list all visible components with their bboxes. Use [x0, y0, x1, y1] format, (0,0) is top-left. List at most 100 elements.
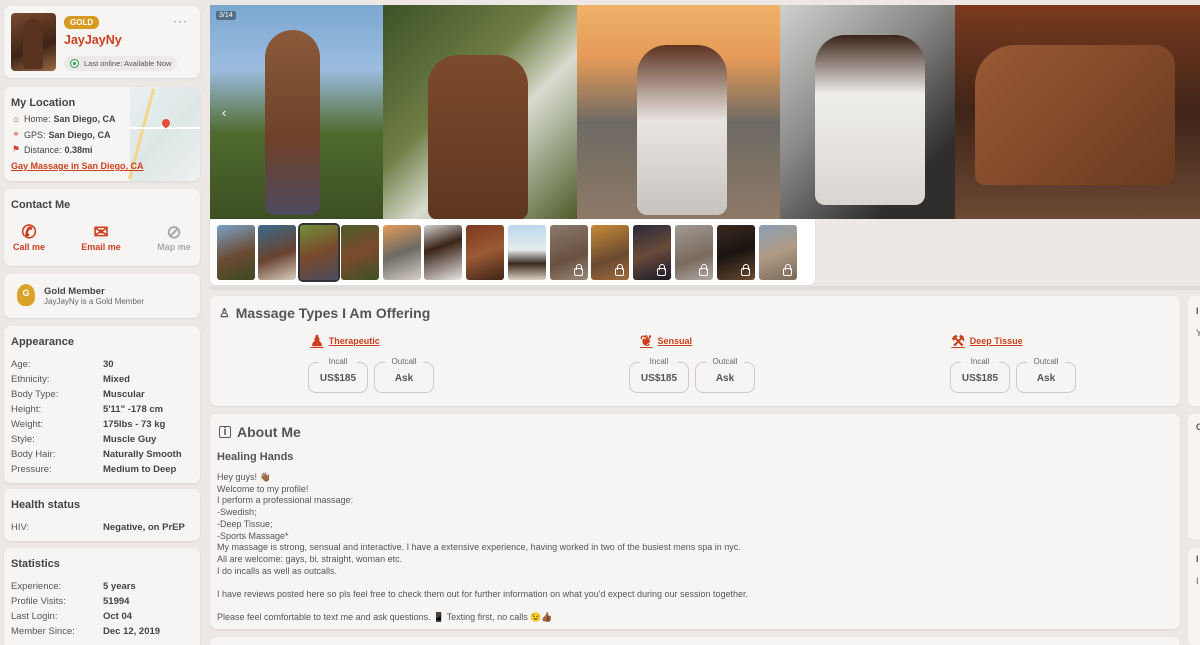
massage-types-heading: ♙ Massage Types I Am Offering — [219, 305, 430, 321]
thumbnail-strip — [210, 219, 815, 285]
lock-icon — [657, 264, 666, 276]
thumbnail-locked[interactable] — [675, 225, 713, 280]
gold-badge: GOLD — [64, 16, 100, 29]
chevron-left-icon[interactable]: ‹ — [222, 105, 226, 120]
right-sidebar-card: C — [1188, 414, 1200, 539]
about-line: -Deep Tissue; — [217, 518, 273, 529]
massage-type-therapeutic[interactable]: ♟ Therapeutic Incall US$185 Outcall Ask — [265, 332, 434, 393]
thumbnail[interactable] — [341, 225, 379, 280]
statistics-row: Experience: 5 years — [11, 581, 136, 592]
gallery-photo[interactable] — [955, 5, 1200, 219]
lock-icon — [741, 264, 750, 276]
appearance-row: Style: Muscle Guy — [11, 434, 157, 445]
massage-type-deep-tissue[interactable]: ⚒ Deep Tissue Incall US$185 Outcall Ask — [907, 332, 1076, 393]
incall-price: Incall US$185 — [629, 357, 689, 393]
massage-types-title: Massage Types I Am Offering — [235, 305, 431, 321]
map-disabled-icon: ⊘ — [166, 222, 182, 242]
map-button[interactable]: ⊘ Map me — [154, 222, 194, 252]
photo-gallery[interactable]: 3/14 ‹ — [210, 5, 1200, 219]
distance-value: 0.38mi — [64, 144, 93, 155]
about-line: Welcome to my profile! — [217, 483, 309, 494]
about-line: Please feel comfortable to text me and a… — [217, 612, 553, 623]
call-label: Call me — [12, 242, 45, 252]
about-headline: Healing Hands — [217, 451, 294, 463]
section-divider — [210, 286, 1200, 290]
lock-icon — [783, 264, 792, 276]
outcall-price: Outcall Ask — [695, 357, 755, 393]
right-sidebar-card: I Y — [1188, 296, 1200, 406]
about-line: All are welcome: gays, bi, straight, wom… — [217, 553, 403, 564]
about-text: Hey guys! 👋🏾 Welcome to my profile! I pe… — [217, 472, 1167, 624]
profile-name: JayJayNy — [64, 33, 122, 47]
about-line: I perform a professional massage: — [217, 495, 354, 506]
gallery-photo[interactable] — [577, 5, 780, 219]
lock-icon — [699, 264, 708, 276]
thumbnail-locked[interactable] — [633, 225, 671, 280]
online-status-icon — [70, 59, 79, 68]
statistics-row: Profile Visits: 51994 — [11, 596, 130, 607]
right-sidebar-card: I I — [1188, 548, 1200, 645]
gallery-photo[interactable] — [780, 5, 955, 219]
health-title: Health status — [11, 499, 81, 511]
appearance-title: Appearance — [11, 336, 74, 348]
statistics-row: Last Login: Oct 04 — [11, 611, 133, 622]
about-line: Hey guys! 👋🏾 — [217, 472, 271, 482]
contact-title: Contact Me — [11, 199, 71, 211]
lock-icon — [615, 264, 624, 276]
thumbnail-locked[interactable] — [550, 225, 588, 280]
location-card: My Location ⌂ Home: San Diego, CA ⌖ GPS:… — [4, 87, 200, 181]
thumbnail-locked[interactable] — [759, 225, 797, 280]
online-status-text: Last online: Available Now — [84, 59, 172, 68]
gps-value: San Diego, CA — [48, 129, 111, 140]
thumbnail-selected[interactable] — [298, 223, 340, 282]
call-button[interactable]: ✆ Call me — [11, 222, 47, 252]
gold-member-subtitle: JayJayNy is a Gold Member — [44, 297, 145, 306]
thumbnail[interactable] — [217, 225, 255, 280]
thumbnail[interactable] — [383, 225, 421, 280]
lotus-icon: ❦ — [639, 333, 653, 350]
gallery-photo[interactable] — [210, 5, 383, 219]
appearance-row: Height: 5'11" -178 cm — [11, 404, 164, 415]
health-card: Health status HIV: Negative, on PrEP — [4, 489, 200, 541]
appearance-row: Pressure: Medium to Deep — [11, 464, 177, 475]
statistics-row: Member Since: Dec 12, 2019 — [11, 626, 161, 637]
gold-member-title: Gold Member — [44, 286, 105, 297]
next-section-card — [210, 637, 1180, 645]
about-heading: i About Me — [219, 424, 301, 440]
thumbnail[interactable] — [508, 225, 546, 280]
gallery-photo[interactable] — [383, 5, 577, 219]
incall-price: Incall US$185 — [308, 357, 368, 393]
appearance-card: Appearance Age: 30 Ethnicity: Mixed Body T… — [4, 326, 200, 483]
massage-type-name: Therapeutic — [328, 336, 380, 346]
about-line: I have reviews posted here so pls feel f… — [217, 589, 749, 600]
statistics-card: Statistics Experience: 5 years Profile Vi… — [4, 548, 200, 645]
therapist-icon: ♟ — [310, 333, 324, 350]
about-line — [217, 601, 1167, 613]
outcall-price: Outcall Ask — [1016, 357, 1076, 393]
thumbnail[interactable] — [466, 225, 504, 280]
massage-type-name: Deep Tissue — [969, 336, 1023, 346]
online-status: Last online: Available Now — [64, 56, 178, 71]
location-title: My Location — [11, 97, 76, 109]
massage-types-card: ♙ Massage Types I Am Offering ♟ Therapeut… — [210, 296, 1180, 406]
thumbnail-locked[interactable] — [717, 225, 755, 280]
appearance-row: Ethnicity: Mixed — [11, 374, 130, 385]
appearance-row: Body Hair: Naturally Smooth — [11, 449, 182, 460]
email-button[interactable]: ✉ Email me — [76, 222, 126, 252]
appearance-row: Body Type: Muscular — [11, 389, 145, 400]
contact-card: Contact Me ✆ Call me ✉ Email me ⊘ Map me — [4, 189, 200, 266]
statistics-title: Statistics — [11, 558, 60, 570]
home-row: ⌂ Home: San Diego, CA — [11, 114, 115, 124]
phone-icon: ✆ — [21, 222, 37, 242]
massage-type-sensual[interactable]: ❦ Sensual Incall US$185 Outcall Ask — [586, 332, 755, 393]
city-massage-link[interactable]: Gay Massage in San Diego, CA — [11, 161, 144, 171]
about-title: About Me — [237, 424, 301, 440]
about-line: My massage is strong, sensual and intera… — [217, 542, 741, 553]
thumbnail[interactable] — [424, 225, 462, 280]
thumbnail-locked[interactable] — [591, 225, 629, 280]
avatar[interactable] — [11, 13, 56, 71]
thumbnail[interactable] — [258, 225, 296, 280]
gps-row: ⌖ GPS: San Diego, CA — [11, 129, 111, 140]
more-options-icon[interactable]: ··· — [173, 14, 188, 28]
distance-label: Distance: — [24, 144, 62, 155]
